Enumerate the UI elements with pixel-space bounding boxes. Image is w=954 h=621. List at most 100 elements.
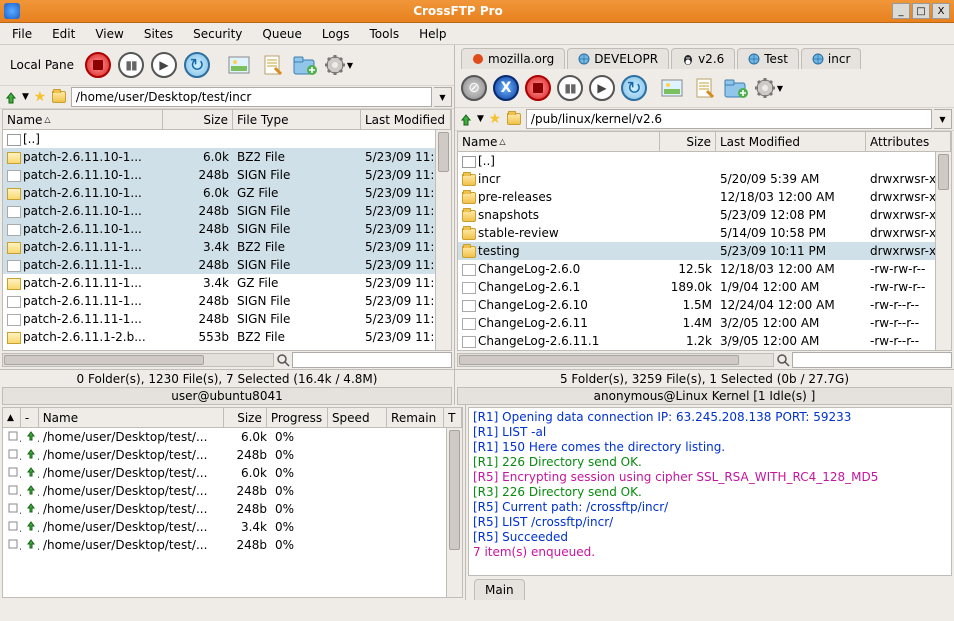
edit-tool-icon[interactable] <box>257 50 287 80</box>
remote-vscrollbar[interactable] <box>935 152 951 350</box>
queue-row[interactable]: /home/user/Desktop/test/...248b0% <box>3 482 462 500</box>
col-name[interactable]: Name△ <box>3 110 163 129</box>
remote-tab-0[interactable]: mozilla.org <box>461 48 565 69</box>
queue-row[interactable]: /home/user/Desktop/test/...248b0% <box>3 500 462 518</box>
remote-row[interactable]: ChangeLog-2.6.1189.0k1/9/04 12:00 AM-rw-… <box>458 278 951 296</box>
refresh-button[interactable]: ↻ <box>182 50 212 80</box>
queue-col-t[interactable]: T <box>444 408 462 427</box>
image-tool-icon[interactable] <box>224 50 254 80</box>
local-find-input[interactable] <box>292 352 452 368</box>
remote-row[interactable]: ChangeLog-2.6.101.5M12/24/04 12:00 AM-rw… <box>458 296 951 314</box>
col-type[interactable]: File Type <box>233 110 361 129</box>
pause-button[interactable]: ▮▮ <box>116 50 146 80</box>
remote-row[interactable]: pre-releases12/18/03 12:00 AMdrwxrwsr-x <box>458 188 951 206</box>
tab-main[interactable]: Main <box>474 579 525 600</box>
bookmark-icon[interactable]: ★ <box>31 88 49 106</box>
queue-row[interactable]: /home/user/Desktop/test/...248b0% <box>3 446 462 464</box>
remote-row[interactable]: stable-review5/14/09 10:58 PMdrwxrwsr-x <box>458 224 951 242</box>
remote-row[interactable]: incr5/20/09 5:39 AMdrwxrwsr-x <box>458 170 951 188</box>
remote-col-attributes[interactable]: Attributes <box>866 132 951 151</box>
menu-tools[interactable]: Tools <box>360 25 410 43</box>
remote-col-name[interactable]: Name△ <box>458 132 660 151</box>
remote-find-icon[interactable] <box>774 351 792 369</box>
remote-path-field[interactable]: /pub/linux/kernel/v2.6 <box>526 109 932 129</box>
remote-path-dropdown[interactable]: ▼ <box>934 109 952 129</box>
connect-button[interactable]: X <box>491 73 521 103</box>
remote-edit-tool-icon[interactable] <box>689 73 719 103</box>
queue-col-dir[interactable]: ▲ <box>3 408 21 427</box>
remote-pause-button[interactable]: ▮▮ <box>555 73 585 103</box>
queue-col-size[interactable]: Size <box>224 408 267 427</box>
queue-row[interactable]: /home/user/Desktop/test/...3.4k0% <box>3 518 462 536</box>
menu-logs[interactable]: Logs <box>312 25 360 43</box>
local-row[interactable]: patch-2.6.11.1-2.b...553bBZ2 File5/23/09… <box>3 328 451 346</box>
queue-col-name[interactable]: Name <box>39 408 224 427</box>
stop-button[interactable] <box>83 50 113 80</box>
local-row[interactable]: patch-2.6.11.10-1...248bSIGN File5/23/09… <box>3 166 451 184</box>
queue-vscrollbar[interactable] <box>446 428 462 597</box>
log-output[interactable]: [R1] Opening data connection IP: 63.245.… <box>468 407 952 576</box>
remote-play-button[interactable]: ▶ <box>587 73 617 103</box>
queue-col-progress[interactable]: Progress <box>267 408 328 427</box>
menu-help[interactable]: Help <box>409 25 456 43</box>
menu-queue[interactable]: Queue <box>252 25 311 43</box>
remote-refresh-button[interactable]: ↻ <box>619 73 649 103</box>
remote-row[interactable]: ChangeLog-2.6.111.4M3/2/05 12:00 AM-rw-r… <box>458 314 951 332</box>
remote-bookmark-icon[interactable]: ★ <box>486 110 504 128</box>
col-modified[interactable]: Last Modified <box>361 110 451 129</box>
remote-row[interactable]: snapshots5/23/09 12:08 PMdrwxrwsr-x <box>458 206 951 224</box>
local-row[interactable]: patch-2.6.11.10-1...6.0kGZ File5/23/09 1… <box>3 184 451 202</box>
remote-new-folder-button[interactable] <box>721 73 751 103</box>
window-maximize-button[interactable]: □ <box>912 3 930 19</box>
window-close-button[interactable]: X <box>932 3 950 19</box>
local-row[interactable]: patch-2.6.11.11-1...248bSIGN File5/23/09… <box>3 256 451 274</box>
local-vscrollbar[interactable] <box>435 130 451 350</box>
disconnect-button[interactable]: ⊘ <box>459 73 489 103</box>
new-folder-button[interactable] <box>290 50 320 80</box>
remote-tab-4[interactable]: incr <box>801 48 861 69</box>
local-row[interactable]: patch-2.6.11.10-1...248bSIGN File5/23/09… <box>3 220 451 238</box>
local-row[interactable]: patch-2.6.11.10-1...248bSIGN File5/23/09… <box>3 202 451 220</box>
remote-row[interactable]: testing5/23/09 10:11 PMdrwxrwsr-x <box>458 242 951 260</box>
remote-file-table[interactable]: Name△ Size Last Modified Attributes [..]… <box>457 131 952 351</box>
parent-dir-row[interactable]: [..] <box>458 152 951 170</box>
local-row[interactable]: patch-2.6.11.11-1...248bSIGN File5/23/09… <box>3 292 451 310</box>
remote-tab-1[interactable]: DEVELOPR <box>567 48 669 69</box>
local-path-field[interactable]: /home/user/Desktop/test/incr <box>71 87 432 107</box>
menu-file[interactable]: File <box>2 25 42 43</box>
remote-tab-3[interactable]: Test <box>737 48 799 69</box>
menu-sites[interactable]: Sites <box>134 25 183 43</box>
queue-row[interactable]: /home/user/Desktop/test/...6.0k0% <box>3 428 462 446</box>
remote-settings-gear-icon[interactable]: ▼ <box>753 73 783 103</box>
up-dir-button[interactable] <box>2 88 20 106</box>
remote-col-size[interactable]: Size <box>660 132 716 151</box>
menu-security[interactable]: Security <box>183 25 252 43</box>
menu-view[interactable]: View <box>85 25 133 43</box>
local-row[interactable]: patch-2.6.11.10-1...6.0kBZ2 File5/23/09 … <box>3 148 451 166</box>
local-hscrollbar[interactable] <box>2 353 274 367</box>
local-row[interactable]: patch-2.6.11.11-1...3.4kBZ2 File5/23/09 … <box>3 238 451 256</box>
queue-row[interactable]: /home/user/Desktop/test/...248b0% <box>3 536 462 554</box>
remote-stop-button[interactable] <box>523 73 553 103</box>
local-file-table[interactable]: Name△ Size File Type Last Modified [..] … <box>2 109 452 351</box>
remote-tab-2[interactable]: v2.6 <box>671 48 735 69</box>
remote-row[interactable]: ChangeLog-2.6.11.11.2k3/9/05 12:00 AM-rw… <box>458 332 951 350</box>
settings-gear-icon[interactable]: ▼ <box>323 50 353 80</box>
menu-edit[interactable]: Edit <box>42 25 85 43</box>
local-row[interactable]: patch-2.6.11.11-1...3.4kGZ File5/23/09 1… <box>3 274 451 292</box>
parent-dir-row[interactable]: [..] <box>3 130 451 148</box>
remote-up-dir-button[interactable] <box>457 110 475 128</box>
col-size[interactable]: Size <box>163 110 233 129</box>
remote-col-modified[interactable]: Last Modified <box>716 132 866 151</box>
local-row[interactable]: patch-2.6.11.11-1...248bSIGN File5/23/09… <box>3 310 451 328</box>
queue-col-remain[interactable]: Remain <box>387 408 444 427</box>
queue-col-st[interactable]: - <box>21 408 39 427</box>
find-icon[interactable] <box>274 351 292 369</box>
local-path-dropdown[interactable]: ▼ <box>434 87 452 107</box>
play-button[interactable]: ▶ <box>149 50 179 80</box>
remote-find-input[interactable] <box>792 352 952 368</box>
queue-col-speed[interactable]: Speed <box>328 408 387 427</box>
window-minimize-button[interactable]: _ <box>892 3 910 19</box>
remote-row[interactable]: ChangeLog-2.6.012.5k12/18/03 12:00 AM-rw… <box>458 260 951 278</box>
queue-row[interactable]: /home/user/Desktop/test/...6.0k0% <box>3 464 462 482</box>
